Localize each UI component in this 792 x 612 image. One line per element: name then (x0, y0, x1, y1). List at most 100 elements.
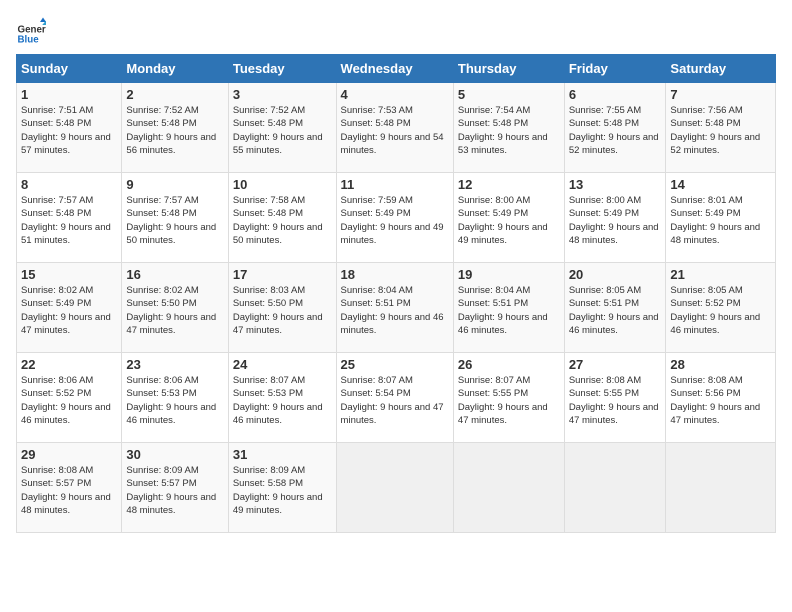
sunset: Sunset: 5:57 PM (21, 478, 91, 489)
day-number: 9 (126, 177, 223, 192)
day-info: Sunrise: 7:55 AM Sunset: 5:48 PM Dayligh… (569, 104, 662, 157)
calendar-day-cell: 23 Sunrise: 8:06 AM Sunset: 5:53 PM Dayl… (122, 353, 228, 443)
calendar-day-cell: 19 Sunrise: 8:04 AM Sunset: 5:51 PM Dayl… (453, 263, 564, 353)
day-info: Sunrise: 8:01 AM Sunset: 5:49 PM Dayligh… (670, 194, 771, 247)
sunset: Sunset: 5:48 PM (126, 118, 196, 129)
day-info: Sunrise: 7:53 AM Sunset: 5:48 PM Dayligh… (341, 104, 449, 157)
calendar-day-cell: 12 Sunrise: 8:00 AM Sunset: 5:49 PM Dayl… (453, 173, 564, 263)
daylight: Daylight: 9 hours and 48 minutes. (670, 222, 760, 246)
calendar-day-cell: 14 Sunrise: 8:01 AM Sunset: 5:49 PM Dayl… (666, 173, 776, 263)
daylight: Daylight: 9 hours and 47 minutes. (670, 402, 760, 426)
calendar-day-cell (666, 443, 776, 533)
daylight: Daylight: 9 hours and 49 minutes. (458, 222, 548, 246)
sunrise: Sunrise: 8:08 AM (569, 375, 641, 386)
sunrise: Sunrise: 7:58 AM (233, 195, 305, 206)
calendar-day-cell: 27 Sunrise: 8:08 AM Sunset: 5:55 PM Dayl… (564, 353, 666, 443)
sunset: Sunset: 5:49 PM (341, 208, 411, 219)
calendar-day-cell: 5 Sunrise: 7:54 AM Sunset: 5:48 PM Dayli… (453, 83, 564, 173)
sunrise: Sunrise: 7:57 AM (21, 195, 93, 206)
sunrise: Sunrise: 8:02 AM (126, 285, 198, 296)
sunset: Sunset: 5:53 PM (126, 388, 196, 399)
sunset: Sunset: 5:53 PM (233, 388, 303, 399)
weekday-header: Thursday (453, 55, 564, 83)
sunset: Sunset: 5:49 PM (458, 208, 528, 219)
sunset: Sunset: 5:48 PM (21, 208, 91, 219)
daylight: Daylight: 9 hours and 46 minutes. (569, 312, 659, 336)
sunset: Sunset: 5:52 PM (21, 388, 91, 399)
daylight: Daylight: 9 hours and 48 minutes. (126, 492, 216, 516)
day-info: Sunrise: 7:57 AM Sunset: 5:48 PM Dayligh… (21, 194, 117, 247)
sunset: Sunset: 5:48 PM (341, 118, 411, 129)
day-number: 8 (21, 177, 117, 192)
daylight: Daylight: 9 hours and 46 minutes. (126, 402, 216, 426)
daylight: Daylight: 9 hours and 48 minutes. (569, 222, 659, 246)
logo: General Blue (16, 16, 46, 46)
calendar-day-cell: 26 Sunrise: 8:07 AM Sunset: 5:55 PM Dayl… (453, 353, 564, 443)
sunrise: Sunrise: 8:00 AM (569, 195, 641, 206)
day-info: Sunrise: 8:02 AM Sunset: 5:50 PM Dayligh… (126, 284, 223, 337)
sunset: Sunset: 5:55 PM (458, 388, 528, 399)
day-info: Sunrise: 7:54 AM Sunset: 5:48 PM Dayligh… (458, 104, 560, 157)
day-info: Sunrise: 7:52 AM Sunset: 5:48 PM Dayligh… (126, 104, 223, 157)
day-info: Sunrise: 8:02 AM Sunset: 5:49 PM Dayligh… (21, 284, 117, 337)
sunrise: Sunrise: 7:55 AM (569, 105, 641, 116)
day-info: Sunrise: 7:57 AM Sunset: 5:48 PM Dayligh… (126, 194, 223, 247)
sunrise: Sunrise: 8:06 AM (126, 375, 198, 386)
calendar-week-row: 8 Sunrise: 7:57 AM Sunset: 5:48 PM Dayli… (17, 173, 776, 263)
calendar-day-cell: 25 Sunrise: 8:07 AM Sunset: 5:54 PM Dayl… (336, 353, 453, 443)
day-info: Sunrise: 8:06 AM Sunset: 5:53 PM Dayligh… (126, 374, 223, 427)
daylight: Daylight: 9 hours and 47 minutes. (126, 312, 216, 336)
calendar-header: SundayMondayTuesdayWednesdayThursdayFrid… (17, 55, 776, 83)
sunset: Sunset: 5:57 PM (126, 478, 196, 489)
day-number: 21 (670, 267, 771, 282)
calendar-day-cell: 13 Sunrise: 8:00 AM Sunset: 5:49 PM Dayl… (564, 173, 666, 263)
day-number: 19 (458, 267, 560, 282)
sunrise: Sunrise: 8:07 AM (341, 375, 413, 386)
calendar-day-cell: 21 Sunrise: 8:05 AM Sunset: 5:52 PM Dayl… (666, 263, 776, 353)
day-number: 22 (21, 357, 117, 372)
calendar-day-cell (336, 443, 453, 533)
day-number: 11 (341, 177, 449, 192)
calendar-day-cell: 30 Sunrise: 8:09 AM Sunset: 5:57 PM Dayl… (122, 443, 228, 533)
calendar-day-cell: 28 Sunrise: 8:08 AM Sunset: 5:56 PM Dayl… (666, 353, 776, 443)
sunset: Sunset: 5:51 PM (458, 298, 528, 309)
calendar-day-cell: 4 Sunrise: 7:53 AM Sunset: 5:48 PM Dayli… (336, 83, 453, 173)
day-info: Sunrise: 8:04 AM Sunset: 5:51 PM Dayligh… (458, 284, 560, 337)
calendar-day-cell: 8 Sunrise: 7:57 AM Sunset: 5:48 PM Dayli… (17, 173, 122, 263)
sunrise: Sunrise: 8:04 AM (341, 285, 413, 296)
calendar-day-cell: 22 Sunrise: 8:06 AM Sunset: 5:52 PM Dayl… (17, 353, 122, 443)
day-info: Sunrise: 8:05 AM Sunset: 5:52 PM Dayligh… (670, 284, 771, 337)
day-number: 6 (569, 87, 662, 102)
calendar-day-cell: 16 Sunrise: 8:02 AM Sunset: 5:50 PM Dayl… (122, 263, 228, 353)
daylight: Daylight: 9 hours and 47 minutes. (233, 312, 323, 336)
day-number: 3 (233, 87, 332, 102)
sunset: Sunset: 5:52 PM (670, 298, 740, 309)
day-number: 14 (670, 177, 771, 192)
day-info: Sunrise: 7:56 AM Sunset: 5:48 PM Dayligh… (670, 104, 771, 157)
day-info: Sunrise: 8:07 AM Sunset: 5:54 PM Dayligh… (341, 374, 449, 427)
sunset: Sunset: 5:51 PM (569, 298, 639, 309)
day-info: Sunrise: 8:09 AM Sunset: 5:57 PM Dayligh… (126, 464, 223, 517)
sunrise: Sunrise: 7:51 AM (21, 105, 93, 116)
calendar-week-row: 1 Sunrise: 7:51 AM Sunset: 5:48 PM Dayli… (17, 83, 776, 173)
day-number: 4 (341, 87, 449, 102)
day-number: 23 (126, 357, 223, 372)
sunrise: Sunrise: 8:07 AM (458, 375, 530, 386)
sunrise: Sunrise: 7:52 AM (126, 105, 198, 116)
calendar-day-cell: 1 Sunrise: 7:51 AM Sunset: 5:48 PM Dayli… (17, 83, 122, 173)
day-number: 10 (233, 177, 332, 192)
weekday-header: Friday (564, 55, 666, 83)
sunrise: Sunrise: 8:08 AM (21, 465, 93, 476)
calendar-day-cell (453, 443, 564, 533)
day-info: Sunrise: 8:09 AM Sunset: 5:58 PM Dayligh… (233, 464, 332, 517)
sunset: Sunset: 5:58 PM (233, 478, 303, 489)
calendar-day-cell: 24 Sunrise: 8:07 AM Sunset: 5:53 PM Dayl… (228, 353, 336, 443)
calendar-day-cell: 15 Sunrise: 8:02 AM Sunset: 5:49 PM Dayl… (17, 263, 122, 353)
calendar-day-cell: 9 Sunrise: 7:57 AM Sunset: 5:48 PM Dayli… (122, 173, 228, 263)
day-number: 26 (458, 357, 560, 372)
sunset: Sunset: 5:48 PM (21, 118, 91, 129)
day-number: 13 (569, 177, 662, 192)
sunrise: Sunrise: 7:57 AM (126, 195, 198, 206)
day-number: 27 (569, 357, 662, 372)
sunset: Sunset: 5:48 PM (233, 118, 303, 129)
